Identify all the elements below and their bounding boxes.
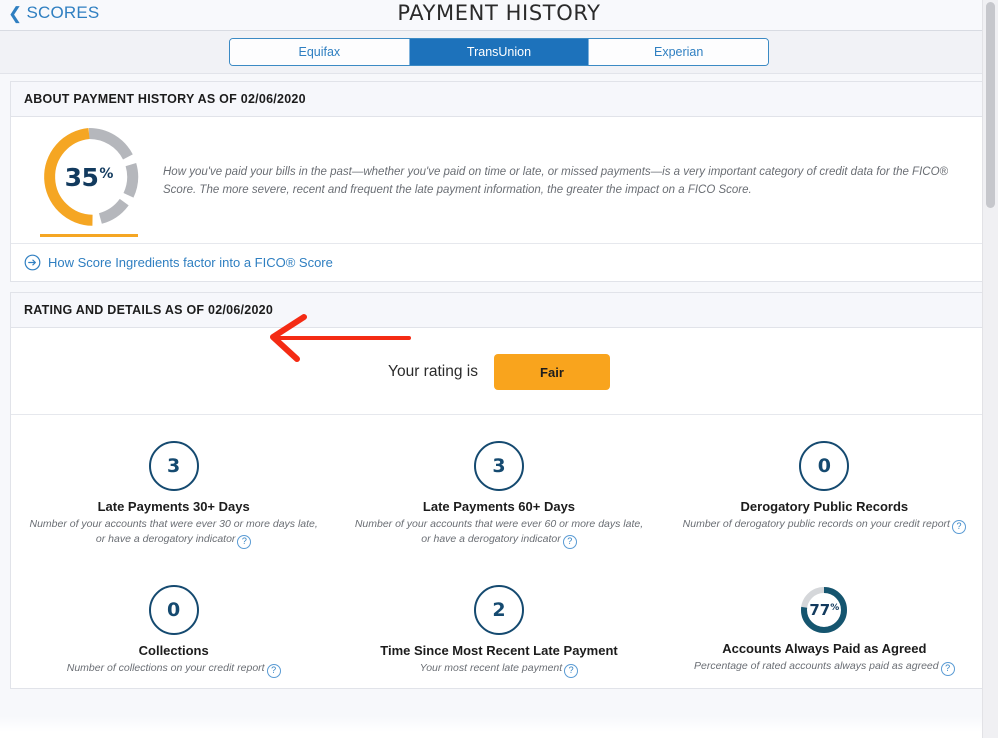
metric-progress-ring: 77 % xyxy=(799,585,849,635)
metric-title: Collections xyxy=(138,643,209,659)
question-mark-icon[interactable]: ? xyxy=(940,662,955,677)
metric-collections: 0 Collections Number of collections on y… xyxy=(11,559,336,688)
page-title: PAYMENT HISTORY xyxy=(397,1,601,25)
donut-value: 35 xyxy=(64,162,99,192)
top-bar: ❮ SCORES PAYMENT HISTORY xyxy=(0,0,998,31)
question-mark-icon[interactable]: ? xyxy=(951,520,966,534)
score-ingredients-link[interactable]: How Score Ingredients factor into a FICO… xyxy=(48,255,333,270)
ring-value: 77 xyxy=(809,601,831,620)
metric-value-circle: 3 xyxy=(473,441,524,491)
metric-description-text: Number of your accounts that were ever 3… xyxy=(29,518,318,546)
metric-value-circle: 0 xyxy=(148,585,199,636)
tab-transunion[interactable]: TransUnion xyxy=(409,39,590,65)
about-panel: 35 % How you've paid your bills in the p… xyxy=(10,116,988,282)
payment-history-weight-chart: 35 % xyxy=(11,127,153,237)
metric-late-payments-60: 3 Late Payments 60+ Days Number of your … xyxy=(336,415,661,559)
metric-time-since-recent-late-payment: 2 Time Since Most Recent Late Payment Yo… xyxy=(336,559,661,688)
metric-value-circle: 3 xyxy=(148,441,199,491)
metric-description: Percentage of rated accounts always paid… xyxy=(676,659,973,677)
question-mark-icon[interactable]: ? xyxy=(266,664,281,679)
question-mark-icon[interactable]: ? xyxy=(562,535,577,550)
metric-value-circle: 2 xyxy=(473,585,524,636)
bureau-tabs: Equifax TransUnion Experian xyxy=(229,38,769,66)
rating-label: Your rating is xyxy=(388,363,478,380)
metric-description: Number of derogatory public records on y… xyxy=(676,517,973,534)
bureau-tabs-strip: Equifax TransUnion Experian xyxy=(0,31,998,74)
donut-underline xyxy=(40,234,138,237)
metric-description: Number of your accounts that were ever 6… xyxy=(350,517,647,550)
donut-unit: % xyxy=(99,166,114,182)
metric-title: Late Payments 60+ Days xyxy=(422,499,576,514)
metric-description-text: Number of your accounts that were ever 6… xyxy=(354,518,644,546)
metric-description-text: Number of derogatory public records on y… xyxy=(682,518,950,530)
metric-derogatory-public-records: 0 Derogatory Public Records Number of de… xyxy=(662,415,987,559)
donut-center-label: 35 % xyxy=(39,127,139,227)
about-section-heading: ABOUT PAYMENT HISTORY AS OF 02/06/2020 xyxy=(10,81,988,116)
metric-description: Number of collections on your credit rep… xyxy=(25,661,322,679)
vertical-scrollbar[interactable] xyxy=(982,0,998,738)
donut-chart: 35 % xyxy=(39,127,139,227)
tab-equifax[interactable]: Equifax xyxy=(230,39,410,65)
rating-section-heading: RATING AND DETAILS AS OF 02/06/2020 xyxy=(10,292,988,327)
metric-late-payments-30: 3 Late Payments 30+ Days Number of your … xyxy=(11,415,336,559)
rating-panel: Your rating is Fair 3 Late Payments 30+ … xyxy=(10,327,988,690)
metric-description: Your most recent late payment? xyxy=(350,661,647,679)
about-body: 35 % How you've paid your bills in the p… xyxy=(11,117,987,243)
rating-row: Your rating is Fair xyxy=(11,328,987,415)
ring-unit: % xyxy=(830,603,840,614)
metric-description-text: Percentage of rated accounts always paid… xyxy=(694,660,939,673)
question-mark-icon[interactable]: ? xyxy=(237,535,252,550)
metric-description-text: Number of collections on your credit rep… xyxy=(66,662,265,675)
metric-title: Derogatory Public Records xyxy=(740,499,909,514)
metric-title: Accounts Always Paid as Agreed xyxy=(722,641,927,657)
metric-title: Late Payments 30+ Days xyxy=(97,499,250,514)
scrollbar-thumb[interactable] xyxy=(986,2,995,208)
metric-accounts-always-paid-as-agreed: 77 % Accounts Always Paid as Agreed Perc… xyxy=(662,559,987,688)
about-description: How you've paid your bills in the past—w… xyxy=(163,166,948,196)
bottom-fade xyxy=(0,716,983,738)
metric-title: Time Since Most Recent Late Payment xyxy=(380,643,618,659)
question-mark-icon[interactable]: ? xyxy=(564,664,579,679)
tab-experian[interactable]: Experian xyxy=(589,39,768,65)
rating-badge[interactable]: Fair xyxy=(493,354,610,390)
metric-description-text: Your most recent late payment xyxy=(419,662,563,675)
arrow-right-circle-icon xyxy=(24,254,41,271)
score-ingredients-row[interactable]: How Score Ingredients factor into a FICO… xyxy=(11,243,987,281)
metrics-grid: 3 Late Payments 30+ Days Number of your … xyxy=(11,415,987,688)
metric-description: Number of your accounts that were ever 3… xyxy=(25,517,322,550)
metric-value-circle: 0 xyxy=(799,441,850,491)
progress-ring-label: 77 % xyxy=(799,585,849,635)
